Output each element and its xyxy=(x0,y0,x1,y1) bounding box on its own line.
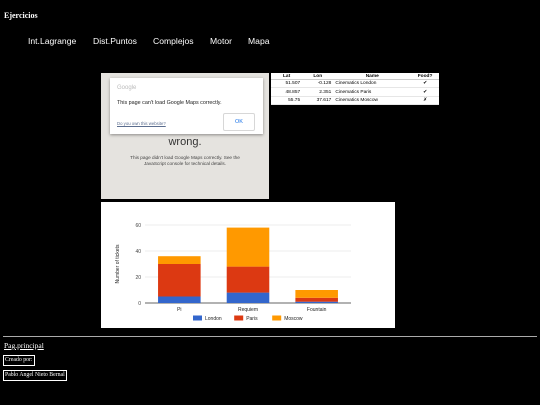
legend-label-paris: Paris xyxy=(246,316,258,322)
bar-paris xyxy=(158,264,201,297)
map-error-message: This page can't load Google Maps correct… xyxy=(117,100,222,106)
y-tick-label: 40 xyxy=(135,249,141,255)
own-website-link[interactable]: Do you own this website? xyxy=(117,121,166,126)
ok-button[interactable]: OK xyxy=(223,113,255,131)
bar-london xyxy=(158,296,201,303)
legend-swatch-moscow xyxy=(272,315,282,321)
tickets-chart: 0 20 40 60 Number of tickets Pi Requiem Fountai… xyxy=(101,202,395,328)
y-axis-label: Number of tickets xyxy=(115,244,121,283)
map-error-detail: This page didn't load Google Maps correc… xyxy=(130,155,240,166)
y-tick-label: 0 xyxy=(138,301,141,307)
x-tick-label: Requiem xyxy=(238,307,258,313)
bar-paris xyxy=(226,266,270,293)
cell-lon: 2.351 xyxy=(302,87,334,97)
cell-food: ✔ xyxy=(411,87,439,97)
cell-name: Cinematics London xyxy=(333,79,412,89)
bar-london xyxy=(226,292,270,303)
map-error-dialog: Google This page can't load Google Maps … xyxy=(110,78,263,134)
cell-lat: 48.857 xyxy=(271,87,303,97)
bar-moscow xyxy=(295,290,338,298)
cell-lon: 37.617 xyxy=(302,96,334,106)
cell-lat: 51.507 xyxy=(271,79,303,89)
bar-london xyxy=(295,301,338,303)
bar-moscow xyxy=(158,256,201,264)
cell-name: Cinematics Moscow xyxy=(333,96,412,106)
footer-divider xyxy=(3,336,537,337)
site-title: Ejercicios xyxy=(4,11,38,20)
bar-moscow xyxy=(226,227,270,267)
bar-paris xyxy=(295,297,338,302)
nav-link-mapa[interactable]: Mapa xyxy=(248,36,270,46)
cell-food: ✗ xyxy=(411,96,439,106)
home-link[interactable]: Pag.principal xyxy=(4,341,44,350)
x-tick-label: Fountain xyxy=(307,307,327,313)
cell-name: Cinematics Paris xyxy=(333,87,412,97)
cell-lon: -0.128 xyxy=(302,79,334,89)
nav-link-complejos[interactable]: Complejos xyxy=(153,36,194,46)
cinemas-table: Lat Lon Name Food? 51.507 -0.128 Cinemat… xyxy=(271,73,439,106)
chart-svg: 0 20 40 60 Number of tickets Pi Requiem Fountai… xyxy=(115,223,351,322)
table-row: 51.507 -0.128 Cinematics London ✔ xyxy=(271,79,439,89)
table-row: 48.857 2.351 Cinematics Paris ✔ xyxy=(271,87,439,97)
legend-label-moscow: Moscow xyxy=(284,316,303,322)
legend-swatch-paris xyxy=(234,315,244,321)
created-by-label: Creado por: xyxy=(3,355,35,366)
y-tick-label: 20 xyxy=(135,275,141,281)
y-tick-label: 60 xyxy=(135,223,141,229)
google-logo: Google xyxy=(117,85,137,91)
cell-lat: 55.75 xyxy=(271,96,303,106)
map-error-panel: wrong. This page didn't load Google Maps… xyxy=(101,73,269,199)
legend-label-london: London xyxy=(205,316,222,322)
nav-link-lagrange[interactable]: Int.Lagrange xyxy=(28,36,76,46)
author-name: Pablo Angel Nieto Bernal xyxy=(3,370,67,381)
nav-link-dist-puntos[interactable]: Dist.Puntos xyxy=(93,36,137,46)
cell-food: ✔ xyxy=(411,79,439,89)
legend-swatch-london xyxy=(193,315,202,321)
x-tick-label: Pi xyxy=(177,307,181,313)
nav-link-motor[interactable]: Motor xyxy=(210,36,232,46)
table-row: 55.75 37.617 Cinematics Moscow ✗ xyxy=(271,96,439,106)
map-error-heading: wrong. xyxy=(168,136,202,148)
